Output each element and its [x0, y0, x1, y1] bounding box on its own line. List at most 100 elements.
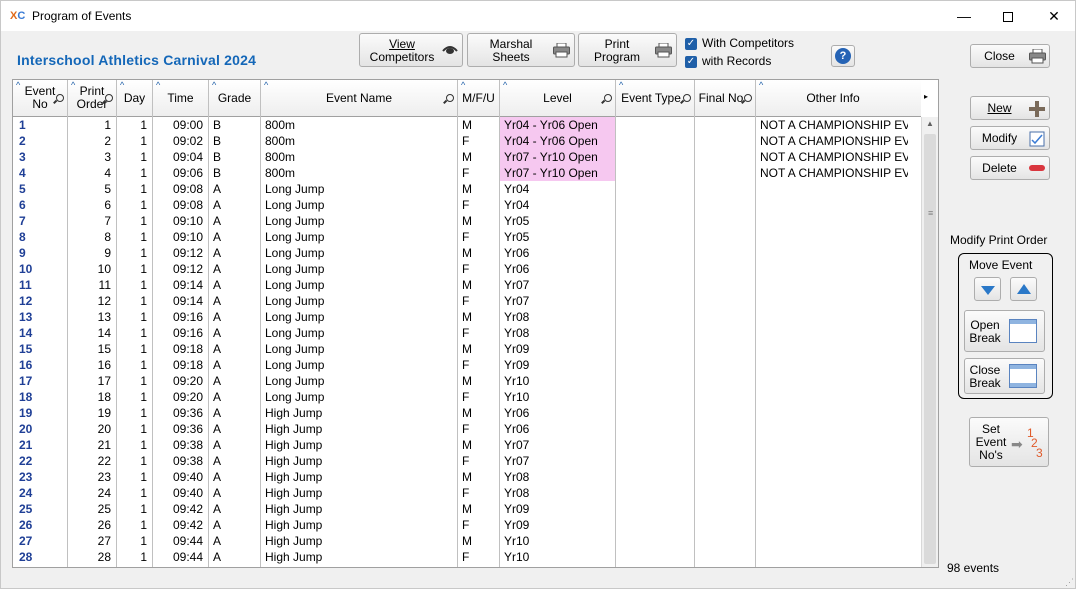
cell-grade: B: [213, 118, 222, 132]
column-header-day[interactable]: ^ Day: [117, 80, 153, 117]
column-header-time[interactable]: ^ Time: [153, 80, 209, 117]
table-row[interactable]: 18 18 1 09:20 A Long Jump F Yr10: [13, 389, 921, 405]
table-row[interactable]: 13 13 1 09:16 A Long Jump M Yr08: [13, 309, 921, 325]
column-header-grade[interactable]: ^ Grade: [209, 80, 261, 117]
cell-level: Yr09: [504, 358, 530, 372]
table-row[interactable]: 24 24 1 09:40 A High Jump F Yr08: [13, 485, 921, 501]
table-row[interactable]: 16 16 1 09:18 A Long Jump F Yr09: [13, 357, 921, 373]
filter-icon[interactable]: [56, 94, 64, 102]
column-header-event-no[interactable]: ^ Event No: [13, 80, 68, 117]
column-header-mfu[interactable]: ^ M/F/U: [458, 80, 500, 117]
table-row[interactable]: 25 25 1 09:42 A High Jump M Yr09: [13, 501, 921, 517]
move-down-button[interactable]: [974, 277, 1001, 301]
cell-other-info: [756, 517, 908, 533]
delete-label: Delete: [982, 161, 1017, 175]
cell-event-no: 12: [19, 294, 33, 308]
print-program-label-1: Print: [604, 37, 630, 51]
column-header-event-type[interactable]: ^ Event Type: [616, 80, 695, 117]
table-row[interactable]: 20 20 1 09:36 A High Jump F Yr06: [13, 421, 921, 437]
cell-day: 1: [140, 278, 147, 292]
cell-event-type: [616, 149, 694, 165]
modify-button[interactable]: Modify: [970, 126, 1050, 150]
cell-event-no: 13: [19, 310, 33, 324]
cell-other-info: [756, 357, 908, 373]
cell-print-order: 2: [104, 134, 111, 148]
cell-level: Yr07: [504, 438, 530, 452]
cell-event-type: [616, 533, 694, 549]
close-break-button[interactable]: Close Break: [964, 358, 1045, 394]
new-button[interactable]: New: [970, 96, 1050, 120]
table-row[interactable]: 21 21 1 09:38 A High Jump M Yr07: [13, 437, 921, 453]
table-row[interactable]: 22 22 1 09:38 A High Jump F Yr07: [13, 453, 921, 469]
up-arrow-icon: [1017, 284, 1031, 294]
table-row[interactable]: 10 10 1 09:12 A Long Jump F Yr06: [13, 261, 921, 277]
table-row[interactable]: 26 26 1 09:42 A High Jump F Yr09: [13, 517, 921, 533]
cell-final-no: [695, 485, 755, 501]
open-break-button[interactable]: Open Break: [964, 310, 1045, 352]
set-label-3: No's: [979, 448, 1003, 462]
marshal-sheets-button[interactable]: Marshal Sheets: [467, 33, 575, 67]
marshal-sheets-label-2: Sheets: [492, 50, 530, 64]
maximize-button[interactable]: [985, 1, 1031, 31]
table-row[interactable]: 7 7 1 09:10 A Long Jump M Yr05: [13, 213, 921, 229]
table-row[interactable]: 14 14 1 09:16 A Long Jump F Yr08: [13, 325, 921, 341]
scroll-up-icon[interactable]: ▲: [926, 119, 934, 128]
move-up-button[interactable]: [1010, 277, 1037, 301]
table-row[interactable]: 28 28 1 09:44 A High Jump F Yr10: [13, 549, 921, 565]
column-header-print-order[interactable]: ^ Print Order: [68, 80, 117, 117]
minimize-button[interactable]: —: [941, 1, 987, 31]
table-row[interactable]: 17 17 1 09:20 A Long Jump M Yr10: [13, 373, 921, 389]
vertical-scrollbar[interactable]: ▲ ≡: [921, 117, 938, 567]
cell-level: Yr10: [504, 390, 530, 404]
table-row[interactable]: 15 15 1 09:18 A Long Jump M Yr09: [13, 341, 921, 357]
with-records-checkbox[interactable]: ✓ with Records: [685, 54, 771, 68]
view-competitors-button[interactable]: View Competitors: [359, 33, 463, 67]
table-row[interactable]: 3 3 1 09:04 B 800m M Yr07 - Yr10 Open NOT A CHAM…: [13, 149, 921, 165]
cell-event-name: Long Jump: [265, 358, 325, 372]
table-row[interactable]: 23 23 1 09:40 A High Jump M Yr08: [13, 469, 921, 485]
cell-mfu: F: [462, 166, 470, 180]
delete-button[interactable]: Delete: [970, 156, 1050, 180]
cell-time: 09:16: [172, 310, 203, 324]
table-row[interactable]: 2 2 1 09:02 B 800m F Yr04 - Yr06 Open NOT A CHAM…: [13, 133, 921, 149]
view-competitors-label-1: View: [389, 37, 415, 51]
help-button[interactable]: ?: [831, 45, 855, 67]
column-header-level[interactable]: ^ Level: [500, 80, 616, 117]
scroll-right-icon[interactable]: ▸: [924, 92, 928, 101]
close-window-button[interactable]: ✕: [1031, 1, 1076, 31]
filter-icon[interactable]: [446, 94, 454, 102]
table-row[interactable]: 6 6 1 09:08 A Long Jump F Yr04: [13, 197, 921, 213]
column-header-final-no[interactable]: Final No: [695, 80, 756, 117]
scrollbar-thumb[interactable]: ≡: [924, 134, 936, 564]
table-row[interactable]: 19 19 1 09:36 A High Jump M Yr06: [13, 405, 921, 421]
filter-icon[interactable]: [604, 94, 612, 102]
column-header-event-name[interactable]: ^ Event Name: [261, 80, 458, 117]
table-row[interactable]: 5 5 1 09:08 A Long Jump M Yr04: [13, 181, 921, 197]
cell-day: 1: [140, 438, 147, 452]
cell-event-no: 2: [19, 134, 26, 148]
column-header-other-info[interactable]: ^ Other Info: [756, 80, 910, 117]
filter-icon[interactable]: [105, 94, 113, 102]
table-row[interactable]: 1 1 1 09:00 B 800m M Yr04 - Yr06 Open NOT A CHAM…: [13, 117, 921, 133]
cell-time: 09:44: [172, 550, 203, 564]
table-row[interactable]: 4 4 1 09:06 B 800m F Yr07 - Yr10 Open NOT A CHAM…: [13, 165, 921, 181]
print-program-button[interactable]: Print Program: [578, 33, 677, 67]
filter-icon[interactable]: [683, 94, 691, 102]
cell-event-no: 26: [19, 518, 33, 532]
table-row[interactable]: 8 8 1 09:10 A Long Jump F Yr05: [13, 229, 921, 245]
cell-grade: A: [213, 390, 222, 404]
filter-icon[interactable]: [744, 94, 752, 102]
with-competitors-checkbox[interactable]: ✓ With Competitors: [685, 36, 794, 50]
table-row[interactable]: 9 9 1 09:12 A Long Jump M Yr06: [13, 245, 921, 261]
table-row[interactable]: 27 27 1 09:44 A High Jump M Yr10: [13, 533, 921, 549]
table-row[interactable]: 12 12 1 09:14 A Long Jump F Yr07: [13, 293, 921, 309]
table-row[interactable]: 11 11 1 09:14 A Long Jump M Yr07: [13, 277, 921, 293]
resize-grip-icon[interactable]: ⋰: [1065, 577, 1074, 588]
cell-grade: A: [213, 214, 222, 228]
close-button[interactable]: Close: [970, 44, 1050, 68]
cell-other-info: [756, 405, 908, 421]
cell-print-order: 15: [97, 342, 111, 356]
cell-grade: A: [213, 342, 222, 356]
cell-event-type: [616, 469, 694, 485]
set-event-nos-button[interactable]: Set Event No's ➡ 1 2 3: [969, 417, 1049, 467]
